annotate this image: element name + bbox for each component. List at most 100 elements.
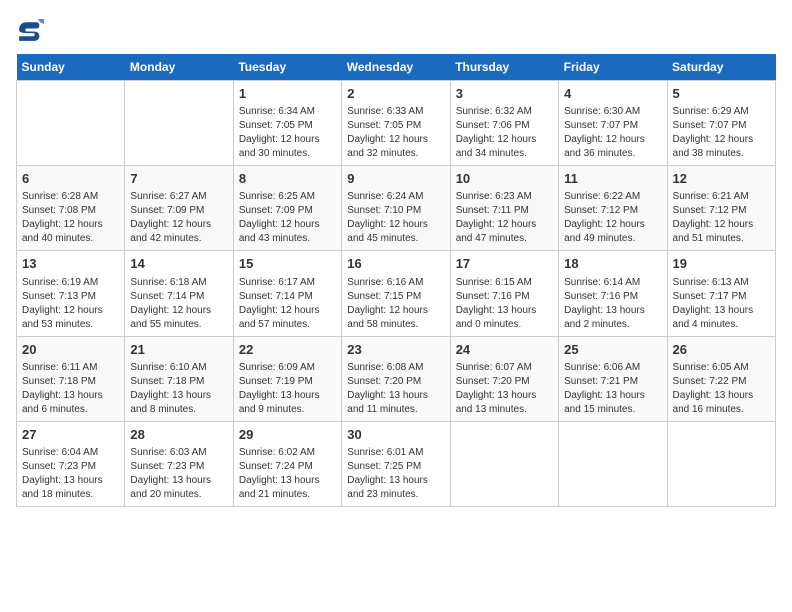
day-info: Sunrise: 6:17 AMSunset: 7:14 PMDaylight:… (239, 276, 336, 332)
calendar-day-cell: 15 Sunrise: 6:17 AMSunset: 7:14 PMDaylig… (233, 251, 341, 336)
day-info: Sunrise: 6:29 AMSunset: 7:07 PMDaylight:… (673, 105, 770, 161)
day-info: Sunrise: 6:06 AMSunset: 7:21 PMDaylight:… (564, 361, 661, 417)
calendar-day-cell (125, 81, 233, 166)
day-number: 12 (673, 170, 770, 188)
weekday-header-cell: Tuesday (233, 54, 341, 81)
calendar-day-cell: 6 Sunrise: 6:28 AMSunset: 7:08 PMDayligh… (17, 166, 125, 251)
weekday-header-cell: Sunday (17, 54, 125, 81)
calendar-day-cell: 26 Sunrise: 6:05 AMSunset: 7:22 PMDaylig… (667, 336, 775, 421)
day-number: 15 (239, 255, 336, 273)
calendar-week-row: 13 Sunrise: 6:19 AMSunset: 7:13 PMDaylig… (17, 251, 776, 336)
day-number: 9 (347, 170, 444, 188)
calendar-day-cell: 23 Sunrise: 6:08 AMSunset: 7:20 PMDaylig… (342, 336, 450, 421)
day-info: Sunrise: 6:30 AMSunset: 7:07 PMDaylight:… (564, 105, 661, 161)
day-number: 27 (22, 426, 119, 444)
day-number: 26 (673, 341, 770, 359)
day-info: Sunrise: 6:07 AMSunset: 7:20 PMDaylight:… (456, 361, 553, 417)
calendar-day-cell: 12 Sunrise: 6:21 AMSunset: 7:12 PMDaylig… (667, 166, 775, 251)
day-info: Sunrise: 6:32 AMSunset: 7:06 PMDaylight:… (456, 105, 553, 161)
day-info: Sunrise: 6:03 AMSunset: 7:23 PMDaylight:… (130, 446, 227, 502)
day-info: Sunrise: 6:19 AMSunset: 7:13 PMDaylight:… (22, 276, 119, 332)
logo (16, 16, 48, 44)
weekday-header-cell: Friday (559, 54, 667, 81)
calendar-week-row: 20 Sunrise: 6:11 AMSunset: 7:18 PMDaylig… (17, 336, 776, 421)
calendar-day-cell: 27 Sunrise: 6:04 AMSunset: 7:23 PMDaylig… (17, 421, 125, 506)
calendar-day-cell: 2 Sunrise: 6:33 AMSunset: 7:05 PMDayligh… (342, 81, 450, 166)
calendar-day-cell: 4 Sunrise: 6:30 AMSunset: 7:07 PMDayligh… (559, 81, 667, 166)
day-info: Sunrise: 6:02 AMSunset: 7:24 PMDaylight:… (239, 446, 336, 502)
day-number: 28 (130, 426, 227, 444)
calendar-day-cell (450, 421, 558, 506)
day-number: 30 (347, 426, 444, 444)
day-number: 1 (239, 85, 336, 103)
day-info: Sunrise: 6:21 AMSunset: 7:12 PMDaylight:… (673, 190, 770, 246)
day-number: 6 (22, 170, 119, 188)
calendar-body: 1 Sunrise: 6:34 AMSunset: 7:05 PMDayligh… (17, 81, 776, 507)
calendar-week-row: 1 Sunrise: 6:34 AMSunset: 7:05 PMDayligh… (17, 81, 776, 166)
day-number: 21 (130, 341, 227, 359)
calendar-day-cell: 30 Sunrise: 6:01 AMSunset: 7:25 PMDaylig… (342, 421, 450, 506)
day-number: 2 (347, 85, 444, 103)
page-header (16, 16, 776, 44)
day-number: 17 (456, 255, 553, 273)
calendar-day-cell: 28 Sunrise: 6:03 AMSunset: 7:23 PMDaylig… (125, 421, 233, 506)
day-info: Sunrise: 6:27 AMSunset: 7:09 PMDaylight:… (130, 190, 227, 246)
day-number: 23 (347, 341, 444, 359)
calendar-day-cell: 24 Sunrise: 6:07 AMSunset: 7:20 PMDaylig… (450, 336, 558, 421)
day-info: Sunrise: 6:16 AMSunset: 7:15 PMDaylight:… (347, 276, 444, 332)
calendar-table: SundayMondayTuesdayWednesdayThursdayFrid… (16, 54, 776, 507)
day-info: Sunrise: 6:11 AMSunset: 7:18 PMDaylight:… (22, 361, 119, 417)
day-number: 19 (673, 255, 770, 273)
day-number: 3 (456, 85, 553, 103)
day-number: 18 (564, 255, 661, 273)
day-info: Sunrise: 6:08 AMSunset: 7:20 PMDaylight:… (347, 361, 444, 417)
calendar-day-cell (667, 421, 775, 506)
calendar-day-cell: 25 Sunrise: 6:06 AMSunset: 7:21 PMDaylig… (559, 336, 667, 421)
weekday-header-cell: Monday (125, 54, 233, 81)
day-info: Sunrise: 6:13 AMSunset: 7:17 PMDaylight:… (673, 276, 770, 332)
day-number: 11 (564, 170, 661, 188)
weekday-header-row: SundayMondayTuesdayWednesdayThursdayFrid… (17, 54, 776, 81)
weekday-header-cell: Saturday (667, 54, 775, 81)
calendar-day-cell: 3 Sunrise: 6:32 AMSunset: 7:06 PMDayligh… (450, 81, 558, 166)
day-info: Sunrise: 6:10 AMSunset: 7:18 PMDaylight:… (130, 361, 227, 417)
day-number: 29 (239, 426, 336, 444)
day-info: Sunrise: 6:33 AMSunset: 7:05 PMDaylight:… (347, 105, 444, 161)
calendar-day-cell: 22 Sunrise: 6:09 AMSunset: 7:19 PMDaylig… (233, 336, 341, 421)
logo-icon (16, 16, 44, 44)
day-number: 4 (564, 85, 661, 103)
day-info: Sunrise: 6:34 AMSunset: 7:05 PMDaylight:… (239, 105, 336, 161)
day-info: Sunrise: 6:14 AMSunset: 7:16 PMDaylight:… (564, 276, 661, 332)
calendar-day-cell: 16 Sunrise: 6:16 AMSunset: 7:15 PMDaylig… (342, 251, 450, 336)
calendar-day-cell: 18 Sunrise: 6:14 AMSunset: 7:16 PMDaylig… (559, 251, 667, 336)
calendar-day-cell: 14 Sunrise: 6:18 AMSunset: 7:14 PMDaylig… (125, 251, 233, 336)
day-info: Sunrise: 6:04 AMSunset: 7:23 PMDaylight:… (22, 446, 119, 502)
day-number: 10 (456, 170, 553, 188)
calendar-day-cell: 8 Sunrise: 6:25 AMSunset: 7:09 PMDayligh… (233, 166, 341, 251)
day-info: Sunrise: 6:28 AMSunset: 7:08 PMDaylight:… (22, 190, 119, 246)
day-number: 22 (239, 341, 336, 359)
day-info: Sunrise: 6:15 AMSunset: 7:16 PMDaylight:… (456, 276, 553, 332)
day-number: 20 (22, 341, 119, 359)
day-info: Sunrise: 6:24 AMSunset: 7:10 PMDaylight:… (347, 190, 444, 246)
calendar-day-cell: 20 Sunrise: 6:11 AMSunset: 7:18 PMDaylig… (17, 336, 125, 421)
day-number: 16 (347, 255, 444, 273)
calendar-day-cell: 17 Sunrise: 6:15 AMSunset: 7:16 PMDaylig… (450, 251, 558, 336)
day-number: 7 (130, 170, 227, 188)
calendar-day-cell: 1 Sunrise: 6:34 AMSunset: 7:05 PMDayligh… (233, 81, 341, 166)
day-info: Sunrise: 6:01 AMSunset: 7:25 PMDaylight:… (347, 446, 444, 502)
calendar-day-cell: 11 Sunrise: 6:22 AMSunset: 7:12 PMDaylig… (559, 166, 667, 251)
calendar-day-cell: 9 Sunrise: 6:24 AMSunset: 7:10 PMDayligh… (342, 166, 450, 251)
calendar-day-cell: 13 Sunrise: 6:19 AMSunset: 7:13 PMDaylig… (17, 251, 125, 336)
weekday-header-cell: Wednesday (342, 54, 450, 81)
calendar-day-cell: 19 Sunrise: 6:13 AMSunset: 7:17 PMDaylig… (667, 251, 775, 336)
day-info: Sunrise: 6:05 AMSunset: 7:22 PMDaylight:… (673, 361, 770, 417)
day-info: Sunrise: 6:18 AMSunset: 7:14 PMDaylight:… (130, 276, 227, 332)
day-number: 14 (130, 255, 227, 273)
weekday-header-cell: Thursday (450, 54, 558, 81)
day-number: 13 (22, 255, 119, 273)
calendar-week-row: 27 Sunrise: 6:04 AMSunset: 7:23 PMDaylig… (17, 421, 776, 506)
day-info: Sunrise: 6:23 AMSunset: 7:11 PMDaylight:… (456, 190, 553, 246)
calendar-day-cell (559, 421, 667, 506)
day-info: Sunrise: 6:25 AMSunset: 7:09 PMDaylight:… (239, 190, 336, 246)
